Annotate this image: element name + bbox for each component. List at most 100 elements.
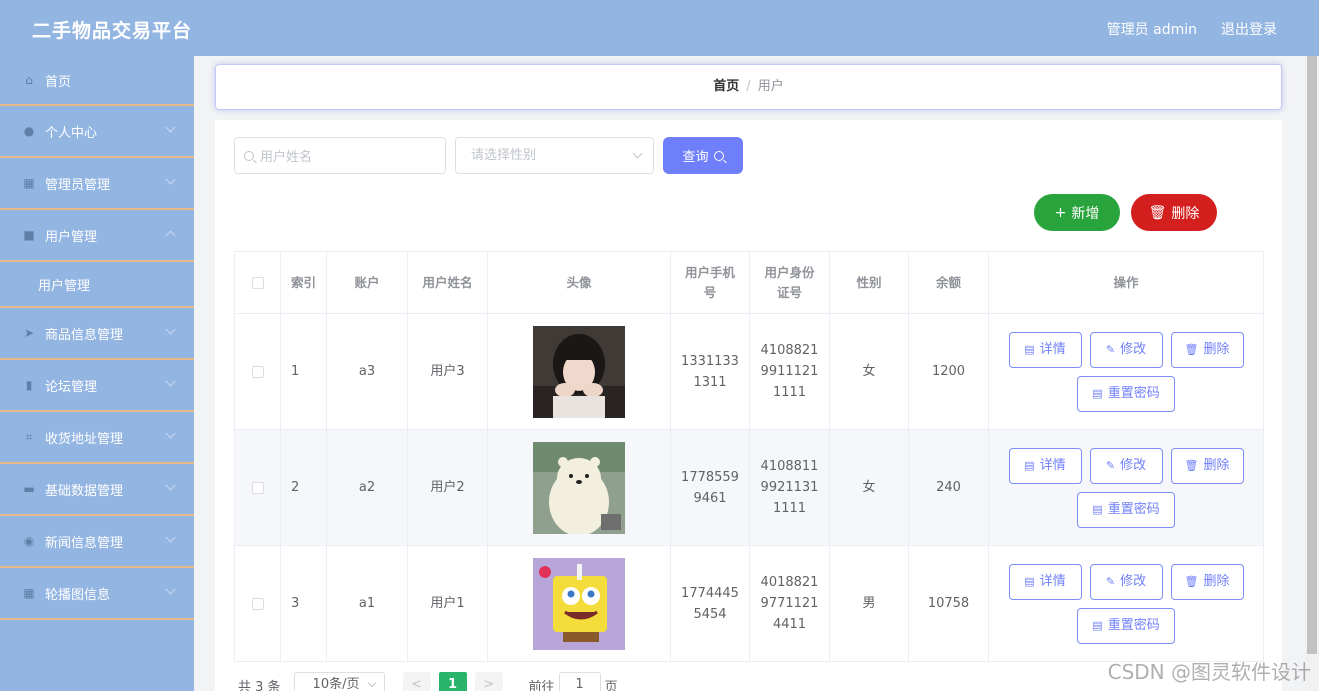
- app-title: 二手物品交易平台: [32, 20, 193, 42]
- sidebar-item-carousel[interactable]: ▦ 轮播图信息: [0, 568, 194, 620]
- row-checkbox[interactable]: [251, 597, 264, 610]
- vertical-scrollbar[interactable]: [1305, 56, 1319, 691]
- breadcrumb-home[interactable]: 首页: [713, 79, 739, 94]
- goto-prefix: 前往: [528, 679, 555, 691]
- query-button[interactable]: 查询: [663, 137, 743, 174]
- avatar[interactable]: [533, 441, 625, 534]
- cell-avatar: [487, 545, 671, 662]
- detail-button[interactable]: ▤ 详情: [1008, 447, 1082, 484]
- user-table: 索引 账户 用户姓名 头像 用户手机号 用户身份证号 性别 余额 操作 1 a3…: [234, 251, 1264, 662]
- sidebar-item-label: 论坛管理: [45, 379, 98, 395]
- bulk-delete-button-label: 删除: [1171, 205, 1200, 222]
- person-icon: ●: [23, 124, 35, 138]
- cell-avatar: [487, 313, 671, 430]
- sidebar-item-label: 基础数据管理: [45, 483, 124, 499]
- sidebar-item-forum-management[interactable]: ▮ 论坛管理: [0, 360, 194, 412]
- trash-icon: 🗑: [1148, 204, 1167, 221]
- row-checkbox[interactable]: [251, 365, 264, 378]
- detail-button-label: 详情: [1039, 342, 1066, 357]
- detail-button[interactable]: ▤ 详情: [1008, 563, 1082, 600]
- sidebar-item-base-data-management[interactable]: ▬ 基础数据管理: [0, 464, 194, 516]
- avatar-image-girl: [533, 325, 625, 418]
- plus-icon: +: [1054, 204, 1067, 221]
- trash-icon: 🗑: [1184, 343, 1199, 356]
- chevron-down-icon: [165, 324, 176, 335]
- column-header-account: 账户: [326, 251, 408, 314]
- row-select-cell[interactable]: [234, 313, 281, 430]
- sidebar-item-label: 用户管理: [38, 278, 91, 294]
- breadcrumb: 首页 / 用户: [215, 64, 1282, 110]
- document-icon: ▤: [1024, 459, 1035, 472]
- cell-actions: ▤ 详情 ✎ 修改 🗑 删除 ▤ 重置密码: [988, 545, 1264, 662]
- next-page-button[interactable]: >: [474, 672, 503, 691]
- row-select-cell[interactable]: [234, 545, 281, 662]
- breadcrumb-current: 用户: [757, 79, 784, 94]
- detail-button-label: 详情: [1039, 574, 1066, 589]
- bulk-delete-button[interactable]: 🗑 删除: [1131, 194, 1217, 231]
- avatar[interactable]: [533, 325, 625, 418]
- detail-button[interactable]: ▤ 详情: [1008, 331, 1082, 368]
- sidebar-item-news-management[interactable]: ◉ 新闻信息管理: [0, 516, 194, 568]
- select-all-cell[interactable]: [234, 251, 281, 314]
- sidebar-item-label: 个人中心: [45, 125, 98, 141]
- chevron-down-icon: [165, 532, 176, 543]
- avatar-image-bear: [533, 441, 625, 534]
- cell-phone-text: 17785599461: [681, 469, 739, 506]
- scrollbar-thumb[interactable]: [1307, 56, 1317, 654]
- chevron-down-icon: [632, 148, 643, 159]
- cell-balance: 10758: [908, 545, 989, 662]
- sidebar-item-label: 首页: [45, 74, 72, 90]
- pencil-icon: ✎: [1105, 343, 1116, 356]
- prev-page-button[interactable]: <: [402, 672, 431, 691]
- reset-password-button-label: 重置密码: [1107, 386, 1160, 401]
- add-button-label: 新增: [1071, 205, 1100, 222]
- column-header-avatar: 头像: [487, 251, 671, 314]
- edit-button[interactable]: ✎ 修改: [1089, 331, 1163, 368]
- edit-button[interactable]: ✎ 修改: [1089, 563, 1163, 600]
- send-icon: ➤: [23, 326, 35, 340]
- grid-icon: ▦: [23, 176, 35, 190]
- pagination-total: 共 3 条: [238, 679, 281, 691]
- sidebar-item-goods-management[interactable]: ➤ 商品信息管理: [0, 308, 194, 360]
- page-number-button[interactable]: 1: [438, 672, 467, 691]
- select-all-checkbox[interactable]: [251, 277, 264, 289]
- chevron-down-icon: [165, 122, 176, 133]
- search-name-input[interactable]: 用户姓名: [234, 137, 446, 174]
- cell-gender: 男: [829, 545, 909, 662]
- sidebar-item-home[interactable]: ⌂ 首页: [0, 56, 194, 106]
- row-checkbox[interactable]: [251, 481, 264, 494]
- delete-button-label: 删除: [1203, 458, 1230, 473]
- cell-phone-text: 17744455454: [681, 585, 739, 622]
- row-select-cell[interactable]: [234, 429, 281, 546]
- page-size-select[interactable]: 10条/页: [293, 672, 385, 691]
- sidebar-item-admin-management[interactable]: ▦ 管理员管理: [0, 158, 194, 210]
- column-header-actions: 操作: [988, 251, 1264, 314]
- avatar[interactable]: [533, 557, 625, 650]
- cell-index: 3: [280, 545, 327, 662]
- sidebar-item-personal-center[interactable]: ● 个人中心: [0, 106, 194, 158]
- sidebar-item-user-management[interactable]: ■ 用户管理: [0, 210, 194, 262]
- goto-page-input[interactable]: 1: [558, 672, 601, 691]
- gender-select-placeholder: 请选择性别: [471, 148, 537, 163]
- logout-link[interactable]: 退出登录: [1221, 19, 1277, 39]
- sidebar-item-label: 管理员管理: [45, 177, 111, 193]
- sidebar-subitem-user-management[interactable]: 用户管理: [0, 262, 194, 308]
- edit-button-label: 修改: [1120, 458, 1147, 473]
- document-icon: ▤: [1092, 503, 1103, 516]
- sidebar-item-address-management[interactable]: ⌗ 收货地址管理: [0, 412, 194, 464]
- delete-button[interactable]: 🗑 删除: [1170, 563, 1244, 600]
- cell-account: a1: [326, 545, 408, 662]
- home-icon: ⌂: [25, 73, 33, 87]
- gender-select[interactable]: 请选择性别: [455, 137, 654, 174]
- delete-button[interactable]: 🗑 删除: [1170, 447, 1244, 484]
- delete-button[interactable]: 🗑 删除: [1170, 331, 1244, 368]
- reset-password-button[interactable]: ▤ 重置密码: [1077, 491, 1175, 528]
- add-button[interactable]: + 新增: [1034, 194, 1120, 231]
- cell-idcard: 410881199211311111: [749, 429, 830, 546]
- column-header-idcard-label: 用户身份证号: [764, 264, 815, 300]
- cell-phone-text: 13311331311: [681, 353, 739, 390]
- edit-button[interactable]: ✎ 修改: [1089, 447, 1163, 484]
- pencil-icon: ✎: [1105, 575, 1116, 588]
- reset-password-button[interactable]: ▤ 重置密码: [1077, 375, 1175, 412]
- reset-password-button[interactable]: ▤ 重置密码: [1077, 607, 1175, 644]
